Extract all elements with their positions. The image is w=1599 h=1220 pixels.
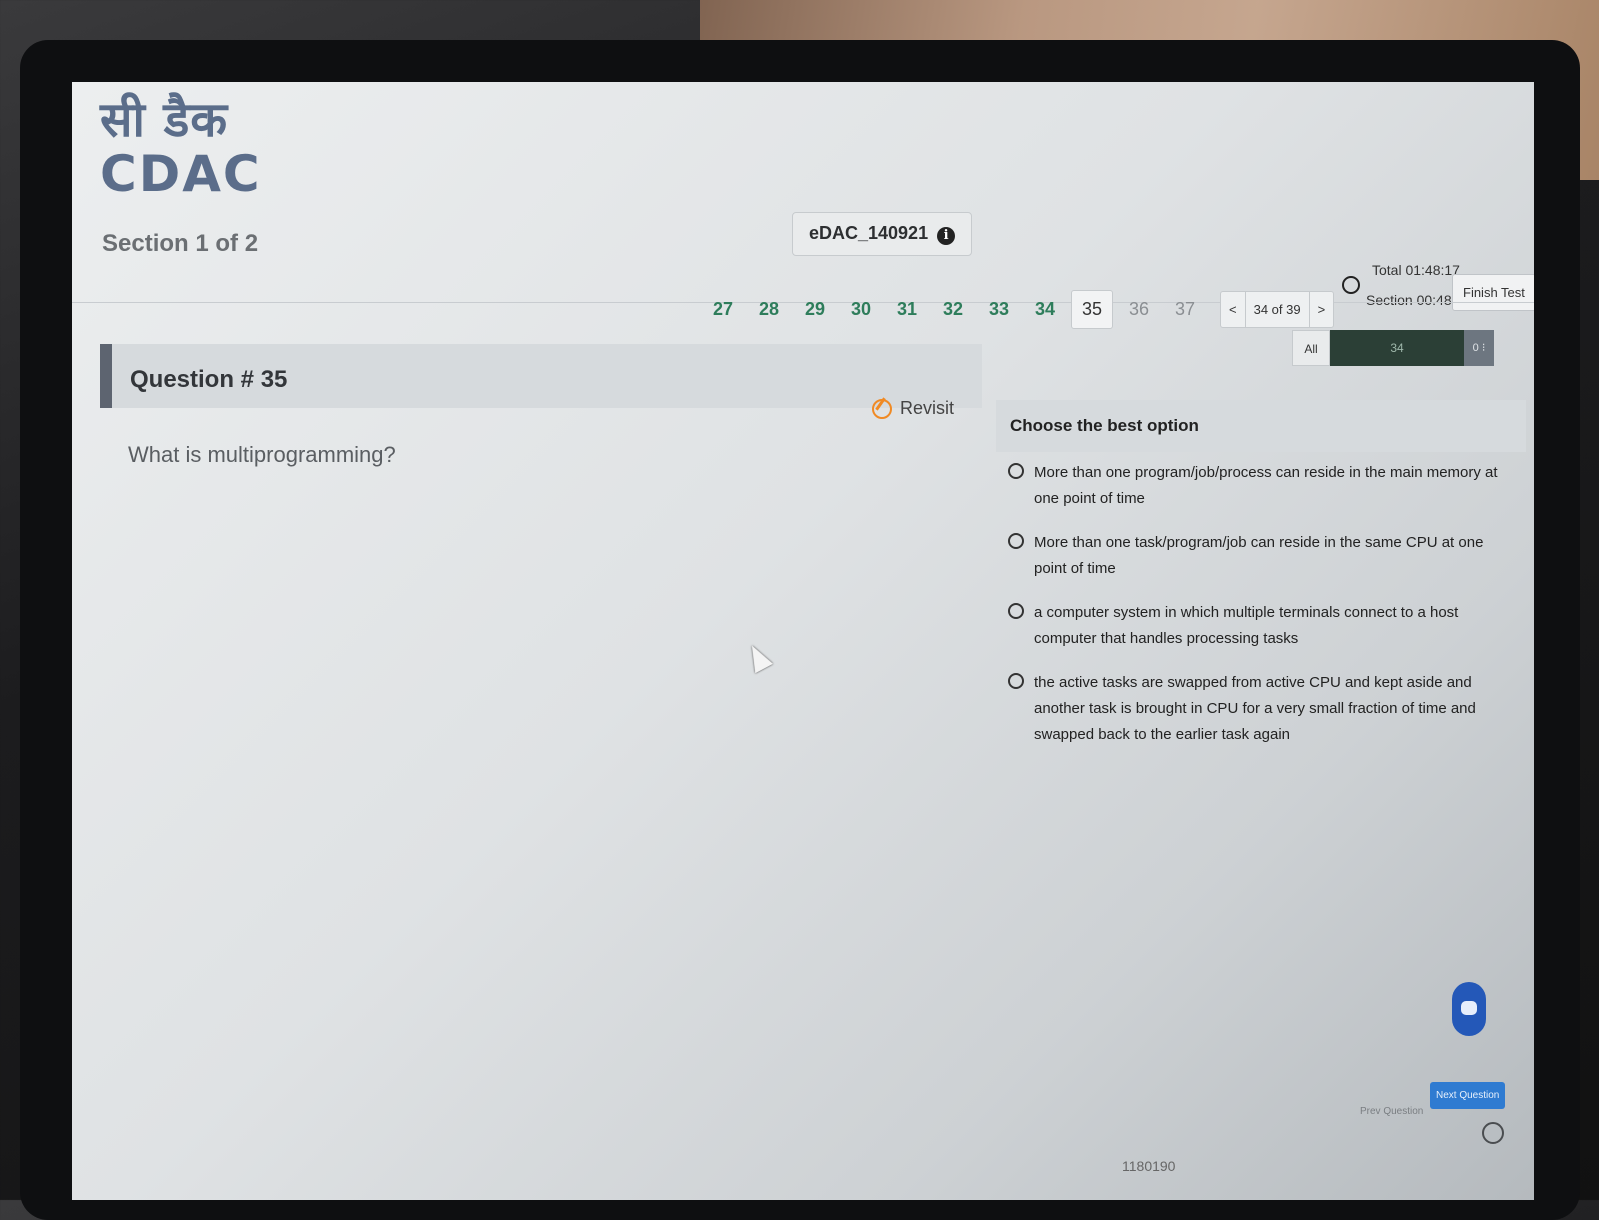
question-number-button[interactable]: 32 (930, 299, 976, 320)
power-icon (1482, 1122, 1504, 1144)
options-header: Choose the best option (996, 400, 1526, 452)
question-number-button[interactable]: 36 (1116, 299, 1162, 320)
answered-count-bar[interactable]: 34 (1330, 330, 1464, 366)
page-status: 34 of 39 (1244, 292, 1310, 327)
radio-button[interactable] (1008, 463, 1024, 479)
answer-option-text: a computer system in which multiple term… (1034, 604, 1459, 647)
options-instruction: Choose the best option (1010, 416, 1199, 435)
cdac-logo: सी डैक CDAC (100, 92, 262, 200)
clock-icon (1342, 276, 1360, 294)
timer-total: Total 01:48:17 (1372, 262, 1460, 278)
answer-option-text: More than one program/job/process can re… (1034, 464, 1498, 507)
logo-cdac-text: CDAC (100, 145, 262, 203)
next-question-button[interactable]: Next Question (1430, 1082, 1506, 1109)
radio-button[interactable] (1008, 603, 1024, 619)
question-filter: All 34 0 ⁝ (1292, 330, 1494, 366)
logo-hindi-text: सी डैक (100, 92, 229, 148)
question-number-button[interactable]: 31 (884, 299, 930, 320)
answer-option[interactable]: More than one program/job/process can re… (1008, 460, 1518, 512)
radio-button[interactable] (1008, 533, 1024, 549)
question-number-button[interactable]: 28 (746, 299, 792, 320)
answer-option[interactable]: a computer system in which multiple term… (1008, 600, 1518, 652)
exam-screen: सी डैक CDAC Section 1 of 2 eDAC_140921 i… (72, 82, 1534, 1200)
question-number-button[interactable]: 33 (976, 299, 1022, 320)
section-indicator: Section 1 of 2 (102, 230, 259, 257)
question-number-button[interactable]: 34 (1022, 299, 1068, 320)
question-number-button[interactable]: 30 (838, 299, 884, 320)
question-pager: < 34 of 39 > (1220, 291, 1335, 328)
prev-page-button[interactable]: < (1221, 292, 1245, 327)
answer-option[interactable]: the active tasks are swapped from active… (1008, 670, 1518, 748)
radio-button[interactable] (1008, 673, 1024, 689)
prev-question-button[interactable]: Prev Question (1360, 1106, 1423, 1117)
test-id-badge: eDAC_140921 i (792, 212, 973, 256)
answer-option[interactable]: More than one task/program/job can resid… (1008, 530, 1518, 582)
revisit-button[interactable]: Revisit (872, 398, 954, 419)
question-title: Question # 35 (130, 366, 288, 393)
current-question-button[interactable]: 35 (1071, 290, 1113, 329)
next-page-button[interactable]: > (1310, 292, 1334, 327)
test-id-text: eDAC_140921 (809, 223, 929, 243)
question-header: Question # 35 (100, 344, 982, 408)
filter-more-button[interactable]: 0 ⁝ (1464, 330, 1494, 366)
answer-option-text: the active tasks are swapped from active… (1034, 674, 1476, 743)
question-number-button[interactable]: 29 (792, 299, 838, 320)
question-navigator: 27 28 29 30 31 32 33 34 35 36 37 < 34 of… (700, 290, 1335, 329)
answer-option-text: More than one task/program/job can resid… (1034, 534, 1484, 577)
options-list: More than one program/job/process can re… (1008, 460, 1518, 766)
footer-text: 1180190 (1122, 1158, 1176, 1174)
question-number-button[interactable]: 27 (700, 299, 746, 320)
mouse-cursor-icon (743, 640, 773, 674)
question-text: What is multiprogramming? (128, 442, 396, 467)
chat-bubble-icon (1461, 1001, 1477, 1015)
chat-button[interactable] (1452, 982, 1486, 1036)
finish-test-button[interactable]: Finish Test (1452, 274, 1534, 311)
question-number-button[interactable]: 37 (1162, 299, 1208, 320)
info-icon[interactable]: i (937, 227, 956, 245)
filter-all-button[interactable]: All (1292, 330, 1330, 366)
revisit-pencil-icon (872, 398, 892, 419)
revisit-label: Revisit (900, 398, 955, 418)
